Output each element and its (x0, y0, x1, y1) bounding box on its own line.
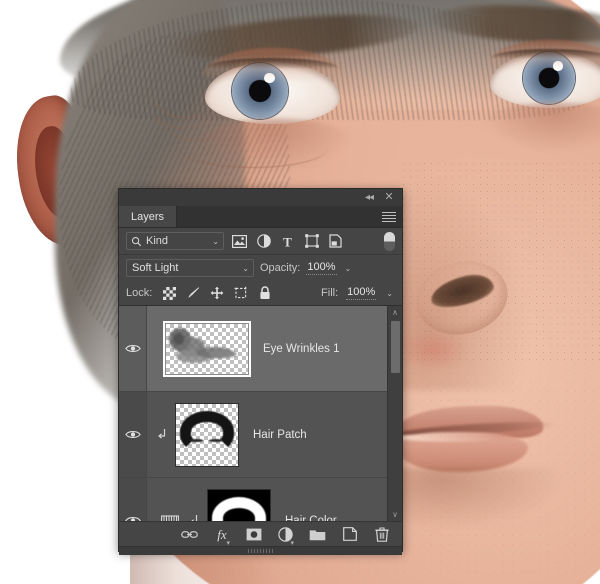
skin-pores-upper (400, 160, 600, 360)
filter-kind-label: Kind (146, 235, 168, 247)
layer-list-scrollbar[interactable]: ∧ ∨ (387, 306, 402, 521)
layer-visibility-toggle[interactable] (119, 478, 147, 521)
lock-transparent-pixels-icon[interactable] (162, 286, 176, 300)
eye-icon (125, 343, 141, 354)
blend-mode-value: Soft Light (132, 262, 178, 274)
eye-icon (125, 515, 141, 521)
fill-chevron-down-icon[interactable]: ⌄ (384, 289, 395, 298)
magnifier-icon (131, 236, 142, 247)
lock-row: Lock: Fill: 100% ⌄ (119, 281, 402, 306)
adjustment-layer-filter-icon[interactable] (256, 234, 271, 249)
layer-thumbnail[interactable] (175, 403, 239, 467)
layer-row-eye-wrinkles[interactable]: Eye Wrinkles 1 (119, 306, 402, 392)
layer-name-label[interactable]: Hair Patch (253, 429, 307, 441)
hair-mask-artwork (212, 497, 267, 521)
panel-resize-grip[interactable] (119, 546, 402, 555)
layer-filter-row: Kind ⌄ T (119, 228, 402, 255)
layers-panel-toolbar: fx ▾ ▾ (119, 521, 402, 546)
undereye-wrinkle (178, 128, 328, 168)
new-group-button[interactable] (309, 526, 326, 543)
filter-enable-toggle[interactable] (384, 232, 395, 251)
chevron-down-icon[interactable]: ⌄ (212, 237, 219, 246)
opacity-chevron-down-icon[interactable]: ⌄ (343, 264, 354, 273)
eye-icon (125, 429, 141, 440)
layers-panel[interactable]: ◂◂ ✕ Layers Kind ⌄ T (118, 188, 403, 552)
blend-mode-select[interactable]: Soft Light ⌄ (126, 259, 254, 277)
fill-value[interactable]: 100% (346, 286, 376, 300)
chevron-down-icon[interactable]: ▾ (226, 539, 230, 547)
collapse-to-icons-button[interactable]: ◂◂ (362, 191, 376, 204)
layer-list[interactable]: Eye Wrinkles 1 Hair Patch (119, 306, 402, 521)
lock-position-icon[interactable] (210, 286, 224, 300)
layer-name-label[interactable]: Eye Wrinkles 1 (263, 343, 339, 355)
scroll-down-arrow-icon[interactable]: ∨ (388, 508, 402, 521)
wrinkle-artwork (166, 324, 248, 374)
fill-label: Fill: (321, 287, 338, 299)
add-layer-mask-button[interactable] (245, 526, 262, 543)
lock-all-padlock-icon[interactable] (258, 286, 272, 300)
lock-artboard-nesting-icon[interactable] (234, 286, 248, 300)
panel-tab-strip: Layers (119, 206, 402, 228)
chevron-down-icon[interactable]: ⌄ (242, 264, 249, 273)
tab-layers[interactable]: Layers (119, 206, 177, 227)
layer-name-label[interactable]: Hair Color (285, 515, 337, 522)
add-layer-style-button[interactable]: fx ▾ (213, 526, 230, 543)
layer-row-hair-patch[interactable]: Hair Patch (119, 392, 402, 478)
layer-thumbnail[interactable] (165, 323, 249, 375)
scroll-up-arrow-icon[interactable]: ∧ (388, 306, 402, 319)
smart-object-filter-icon[interactable] (328, 234, 343, 249)
opacity-value[interactable]: 100% (306, 261, 336, 275)
opacity-label: Opacity: (260, 262, 300, 274)
svg-text:T: T (283, 235, 292, 248)
clipping-mask-arrow-icon (155, 428, 169, 441)
panel-menu-icon[interactable] (382, 210, 396, 224)
svg-text:fx: fx (217, 527, 227, 542)
layer-visibility-toggle[interactable] (119, 306, 147, 391)
layer-mask-thumbnail[interactable] (207, 489, 271, 522)
filter-type-icons: T (232, 234, 343, 249)
lock-image-pixels-icon[interactable] (186, 286, 200, 300)
type-layer-filter-icon[interactable]: T (280, 234, 295, 249)
layer-row-hair-color[interactable]: Hair Color (119, 478, 402, 521)
hair-arc-artwork (180, 411, 235, 453)
new-layer-button[interactable] (341, 526, 358, 543)
close-panel-button[interactable]: ✕ (382, 191, 396, 204)
lock-buttons (162, 286, 272, 300)
layer-visibility-toggle[interactable] (119, 392, 147, 477)
delete-layer-button[interactable] (373, 526, 390, 543)
adjustment-layer-icon[interactable] (161, 514, 179, 522)
lock-label: Lock: (126, 287, 152, 299)
link-layers-button[interactable] (181, 526, 198, 543)
panel-titlebar: ◂◂ ✕ (119, 189, 402, 206)
scrollbar-thumb[interactable] (391, 321, 400, 373)
shape-layer-filter-icon[interactable] (304, 234, 319, 249)
blend-mode-row: Soft Light ⌄ Opacity: 100% ⌄ (119, 255, 402, 281)
new-fill-adjustment-layer-button[interactable]: ▾ (277, 526, 294, 543)
clipping-mask-arrow-icon (187, 514, 201, 521)
filter-kind-select[interactable]: Kind ⌄ (126, 232, 224, 250)
chevron-down-icon[interactable]: ▾ (290, 539, 294, 547)
pixel-layer-filter-icon[interactable] (232, 234, 247, 249)
